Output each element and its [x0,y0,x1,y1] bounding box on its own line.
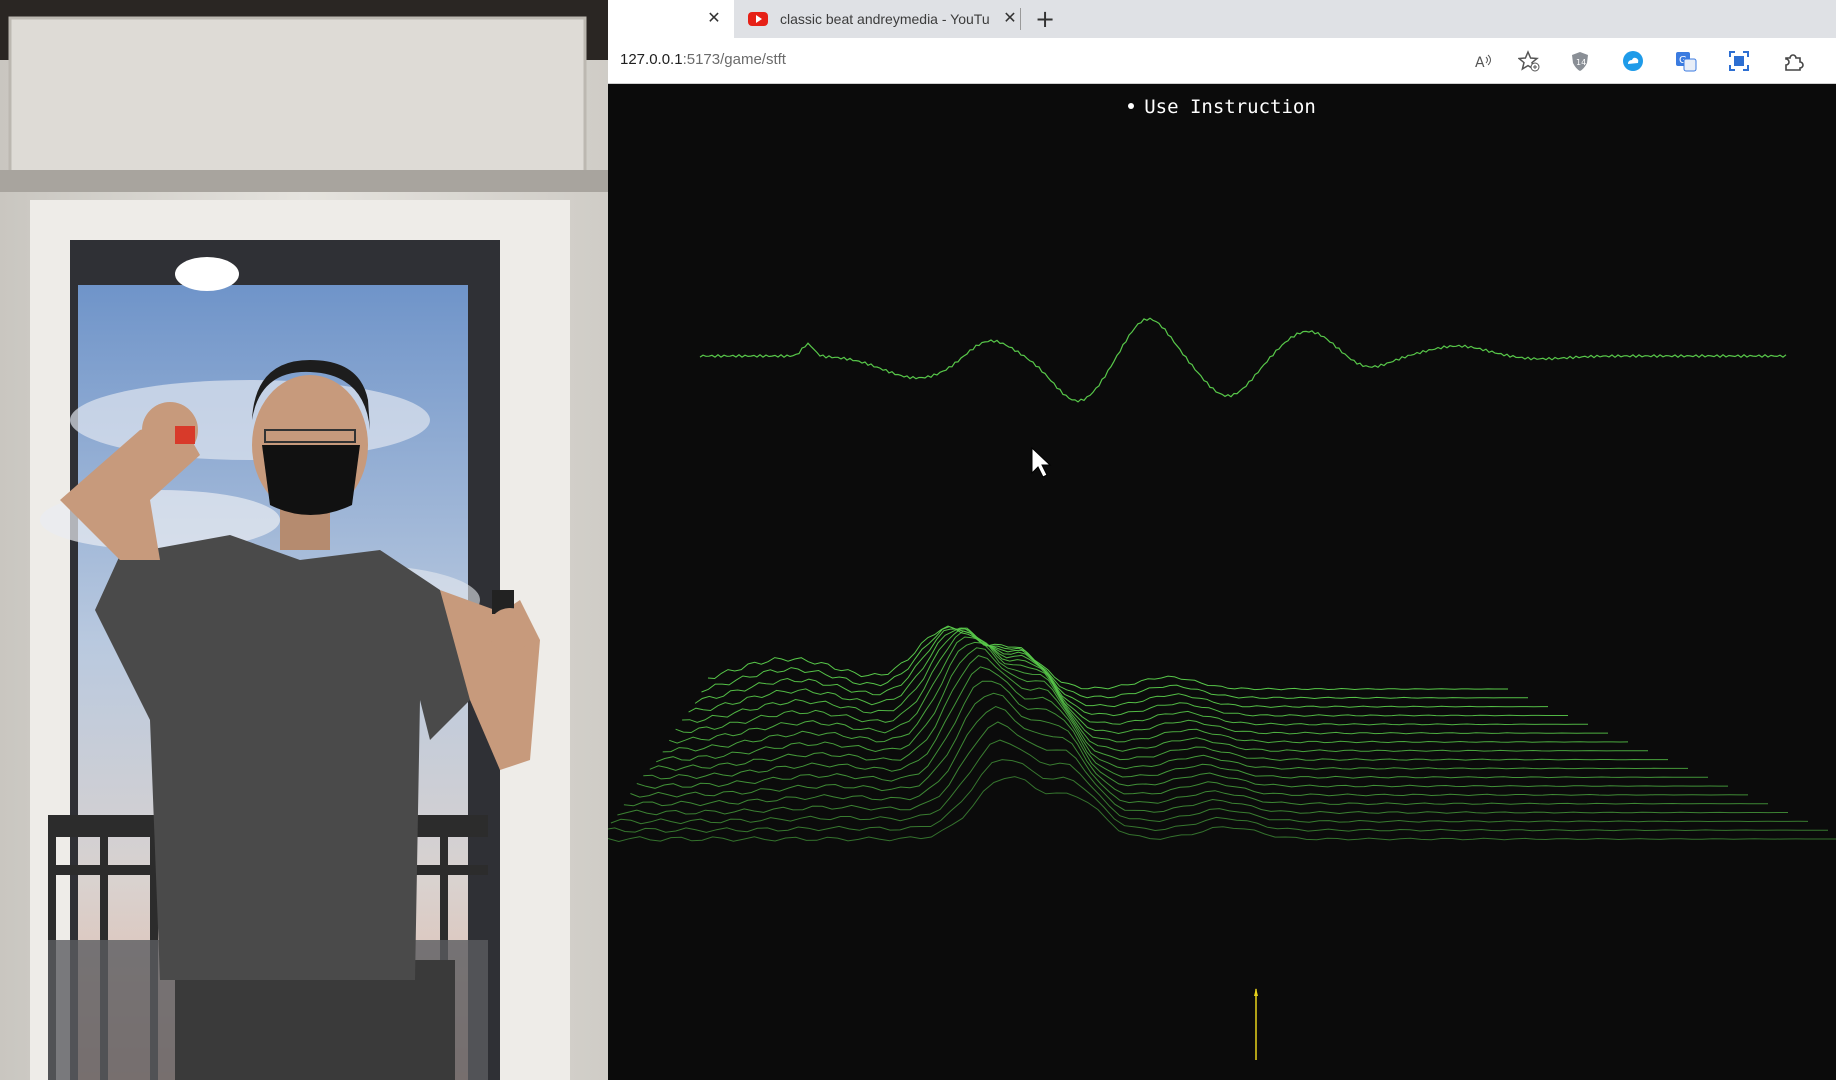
new-tab-button[interactable]: + [1030,4,1060,34]
visualizer-page: Use Instruction [608,84,1836,1080]
translate-extension-icon[interactable]: G [1671,46,1701,76]
stft-visualizer [608,317,1836,1060]
shield-extension-icon[interactable]: 14 [1565,46,1595,76]
tab-active[interactable]: ✕ [608,0,734,38]
tab-strip: ✕ classic beat andreymedia - YouTu ✕ + [608,0,1836,38]
tab-title: classic beat andreymedia - YouTu [780,11,990,27]
waveform-line [699,317,1787,403]
spectrogram-row [669,636,1629,744]
url-text[interactable]: 127.0.0.1:5173/game/stft [620,51,786,68]
playhead-arrow-icon [1254,988,1258,996]
spectrogram-row [675,630,1608,735]
close-tab-icon[interactable]: ✕ [1000,8,1020,28]
spectrogram-row [707,625,1508,691]
browser-window: ✕ classic beat andreymedia - YouTu ✕ + 1… [608,0,1836,1080]
tab-separator [1020,8,1021,30]
mouse-cursor-icon [1031,446,1052,478]
url-host: 127.0.0.1 [620,51,683,68]
spectrogram-row [636,680,1728,789]
camera-feed [0,0,608,1080]
screenshot-icon[interactable] [1724,46,1754,76]
spectrogram-row [701,626,1528,700]
spectrogram-row [630,692,1748,798]
camera-scene [0,0,608,1080]
stft-spectrogram [608,625,1836,843]
read-aloud-icon[interactable]: A [1468,46,1498,76]
address-bar[interactable]: 127.0.0.1:5173/game/stft A 14 G [608,38,1836,84]
extensions-icon[interactable] [1778,46,1808,76]
favorite-add-icon[interactable] [1514,46,1544,76]
spectrogram-row [662,641,1648,753]
svg-text:A: A [1475,55,1485,71]
waveform-path [699,317,1787,403]
bullet-icon [1128,102,1135,109]
tab-youtube[interactable]: classic beat andreymedia - YouTu ✕ [734,0,1030,38]
use-instruction-label: Use Instruction [1144,96,1316,118]
close-tab-icon[interactable]: ✕ [704,8,724,28]
url-path: :5173/game/stft [682,51,786,68]
svg-text:14: 14 [1576,58,1586,67]
cloud-extension-icon[interactable] [1618,46,1648,76]
spectrogram-row [694,628,1548,708]
use-instruction-item[interactable]: Use Instruction [608,96,1836,118]
youtube-icon [748,12,768,26]
